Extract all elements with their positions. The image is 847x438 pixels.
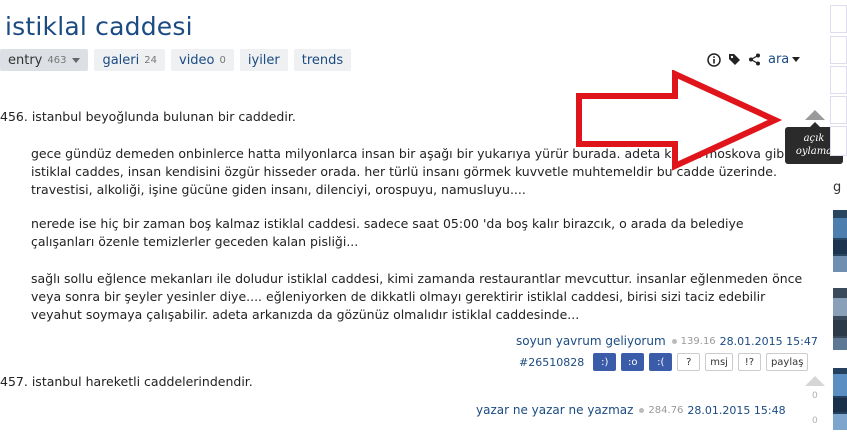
vote-smile-button[interactable]: :) (593, 353, 617, 371)
right-sidebar: g (830, 0, 847, 438)
entry-id[interactable]: #26510828 (519, 356, 584, 369)
entry-456-first-line: 456. istanbul beyoğlunda bulunan bir cad… (0, 108, 296, 126)
entry-text: istanbul beyoğlunda bulunan bir caddedir… (31, 109, 296, 124)
topic-tools: ara (707, 52, 801, 67)
text-line: sağlı sollu eğlence mekanları ile doludu… (31, 271, 803, 286)
tab-iyiler-label: iyiler (247, 52, 280, 68)
entry-text: istanbul hareketli caddelerindendir. (31, 374, 253, 389)
tab-entry[interactable]: entry 463 (0, 49, 89, 71)
tab-video-label: video (179, 52, 215, 68)
tab-entry-label: entry (8, 52, 43, 68)
info-icon[interactable] (707, 52, 721, 67)
sidebar-box[interactable] (830, 36, 847, 64)
question-button[interactable]: ? (677, 353, 701, 371)
entry-author[interactable]: soyun yavrum geliyorum (516, 334, 666, 348)
entry-paragraph: sağlı sollu eğlence mekanları ile doludu… (31, 270, 802, 325)
text-line: nerede ise hiç bir zaman boş kalmaz isti… (31, 216, 744, 231)
tab-galeri-count: 24 (144, 54, 157, 66)
vote-count: 0 (812, 416, 818, 426)
vote-sad-button[interactable]: :( (649, 353, 673, 371)
thumbnail-image[interactable] (833, 210, 847, 272)
entry-footer: soyun yavrum geliyorum 139.16 28.01.2015… (516, 334, 818, 348)
search-label: ara (768, 52, 790, 67)
dot-icon (671, 338, 677, 344)
sidebar-box[interactable] (830, 5, 847, 33)
topic-tabs: entry 463 galeri 24 video 0 iyiler trend… (0, 49, 352, 71)
tab-video[interactable]: video 0 (171, 49, 234, 71)
entry-footer: yazar ne yazar ne yazmaz 284.76 28.01.20… (476, 403, 786, 417)
search-dropdown[interactable]: ara (768, 52, 801, 67)
text-line: veyahut soymaya çalışabilir. adeta arkan… (31, 307, 580, 323)
tab-trends-label: trends (301, 52, 344, 68)
upvote-arrow-icon[interactable] (805, 376, 825, 386)
vote-count: 0 (812, 391, 818, 401)
entry-actions: #26510828 :) :o :( ? msj !? paylaş (519, 353, 809, 371)
sidebar-box[interactable] (830, 96, 847, 124)
share-icon[interactable] (748, 53, 761, 66)
upvote-arrow-icon[interactable] (805, 110, 825, 120)
entry-457-first-line: 457. istanbul hareketli caddelerindendir… (0, 373, 253, 391)
report-button[interactable]: !? (737, 353, 761, 371)
author-score: 284.76 (648, 404, 684, 416)
entry-author[interactable]: yazar ne yazar ne yazmaz (476, 403, 633, 417)
share-button[interactable]: paylaş (765, 353, 809, 371)
sidebar-box[interactable] (830, 126, 847, 156)
thumbnail-image[interactable] (833, 368, 847, 430)
sidebar-box[interactable] (830, 66, 847, 94)
vote-surprised-button[interactable]: :o (621, 353, 645, 371)
tab-entry-count: 463 (47, 54, 67, 66)
chevron-down-icon (792, 57, 801, 62)
entry-number[interactable]: 457. (0, 374, 28, 389)
entry-paragraph: nerede ise hiç bir zaman boş kalmaz isti… (31, 215, 744, 251)
entry-date[interactable]: 28.01.2015 15:48 (687, 404, 785, 417)
dot-icon (639, 407, 645, 413)
chevron-down-icon (72, 58, 81, 63)
entry-number[interactable]: 456. (0, 109, 28, 124)
tab-trends[interactable]: trends (293, 49, 352, 71)
message-button[interactable]: msj (705, 353, 733, 371)
tab-galeri[interactable]: galeri 24 (94, 49, 165, 71)
thumbnail-image[interactable] (833, 288, 847, 350)
text-line: veya sonra bir şeyler yesinler diye.... … (31, 289, 766, 305)
tab-video-count: 0 (219, 54, 226, 66)
tab-iyiler[interactable]: iyiler (239, 49, 288, 71)
red-arrow-annotation (576, 70, 783, 171)
tab-galeri-label: galeri (102, 52, 140, 68)
page-title[interactable]: istiklal caddesi (5, 12, 193, 41)
tag-icon[interactable] (728, 53, 741, 66)
sidebar-heading: g (833, 180, 842, 195)
author-score: 139.16 (680, 335, 716, 347)
entry-date[interactable]: 28.01.2015 15:47 (720, 335, 818, 348)
text-line: çalışanları özenle temizlerler geceden k… (31, 234, 359, 250)
